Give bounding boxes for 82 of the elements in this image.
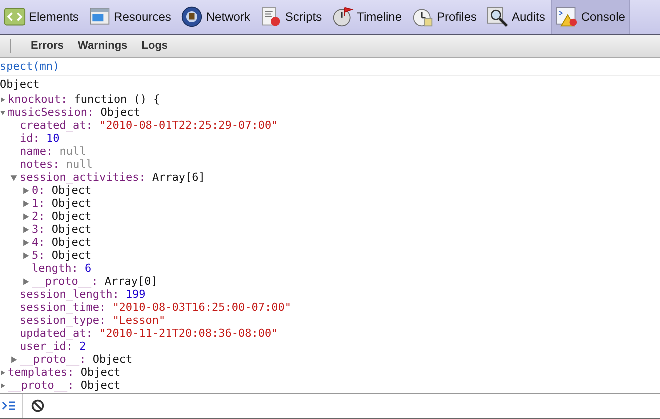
panel-tab[interactable]: Scripts [256,0,326,34]
globe-icon [181,6,204,28]
property-name: 0: [32,184,46,197]
property-name: id: [20,132,40,145]
property-value: "2010-11-21T20:08:36-08:00" [99,327,278,340]
property-value: 199 [126,288,146,301]
stopwatch-icon [412,6,434,28]
property-value: 2 [80,340,86,353]
property-name: 5: [32,249,46,262]
property-name: templates: [8,366,74,379]
panel-tab[interactable]: Profiles [408,0,482,34]
panel-tab[interactable]: Resources [85,0,176,34]
property-name: session_length: [20,288,120,301]
property-name: knockout: [8,93,68,106]
panel-tab[interactable]: Elements [0,0,84,34]
property-name: session_activities: [20,171,146,184]
property-value: Object [52,197,92,210]
collapsed-triangle-icon[interactable] [10,356,18,364]
collapsed-triangle-icon[interactable] [22,226,30,234]
panel-tab[interactable]: Timeline [328,0,406,34]
property-name: 3: [32,223,46,236]
property-value: null [60,145,86,158]
window-stack-icon [89,6,112,28]
property-name: session_type: [20,314,106,327]
result-label: Object [0,77,41,93]
console-warning-icon [556,6,578,28]
property-name: session_time: [20,301,106,314]
property-value: Object [100,106,140,119]
property-name: user_id: [20,340,73,353]
property-name: name: [20,145,54,158]
console-command: spect(mn) [0,58,660,76]
property-value: Object [80,366,121,379]
property-name: 4: [32,236,46,249]
property-value: "2010-08-03T16:25:00-07:00" [112,301,292,314]
stopwatch-flag-icon [332,6,354,28]
expanded-triangle-icon[interactable] [0,110,6,116]
property-name: __proto__: [8,379,74,392]
property-value: Object [80,379,121,392]
clear-console-icon[interactable] [31,399,45,413]
property-value: Object [52,223,92,236]
script-page-icon [260,6,282,28]
property-name: notes: [20,158,60,171]
property-value: Object [52,236,92,249]
property-name: length: [32,262,78,275]
property-value: Array[0] [104,275,158,288]
property-value: 10 [46,132,60,145]
panel-tab[interactable]: Network [177,0,254,34]
property-name: 2: [32,210,46,223]
property-value: Object [52,249,92,262]
property-value: function () { [74,93,160,106]
collapsed-triangle-icon[interactable] [22,278,30,286]
collapsed-triangle-icon[interactable] [0,97,6,103]
property-value: "Lesson" [112,314,166,327]
code-brackets-icon [4,6,26,28]
collapsed-triangle-icon[interactable] [22,252,30,260]
property-name: created_at: [20,119,93,132]
collapsed-triangle-icon[interactable] [22,239,30,247]
collapsed-triangle-icon[interactable] [0,370,6,376]
filter-button[interactable]: Warnings [72,40,134,52]
property-value: Object [52,210,92,223]
console-prompt-icon[interactable] [2,400,16,412]
panel-tab[interactable]: Audits [483,0,550,34]
property-value: null [66,158,93,171]
property-value: 6 [84,262,92,275]
expanded-triangle-icon[interactable] [10,174,18,182]
property-name: 1: [32,197,46,210]
property-value: Object [92,353,133,366]
property-value: Object [52,184,92,197]
collapsed-triangle-icon[interactable] [22,213,30,221]
magnifier-icon [487,6,510,28]
collapsed-triangle-icon[interactable] [22,187,30,195]
filter-button[interactable]: Logs [136,40,174,52]
property-name: __proto__: [32,275,98,288]
collapsed-triangle-icon[interactable] [0,383,6,389]
property-name: musicSession: [8,106,94,119]
property-name: updated_at: [20,327,93,340]
filter-button[interactable]: Errors [25,40,70,52]
collapsed-triangle-icon[interactable] [22,200,30,208]
panel-tab[interactable]: Console [551,0,630,34]
property-value: "2010-08-01T22:25:29-07:00" [99,119,278,132]
property-value: Array[6] [152,171,206,184]
property-name: __proto__: [20,353,86,366]
